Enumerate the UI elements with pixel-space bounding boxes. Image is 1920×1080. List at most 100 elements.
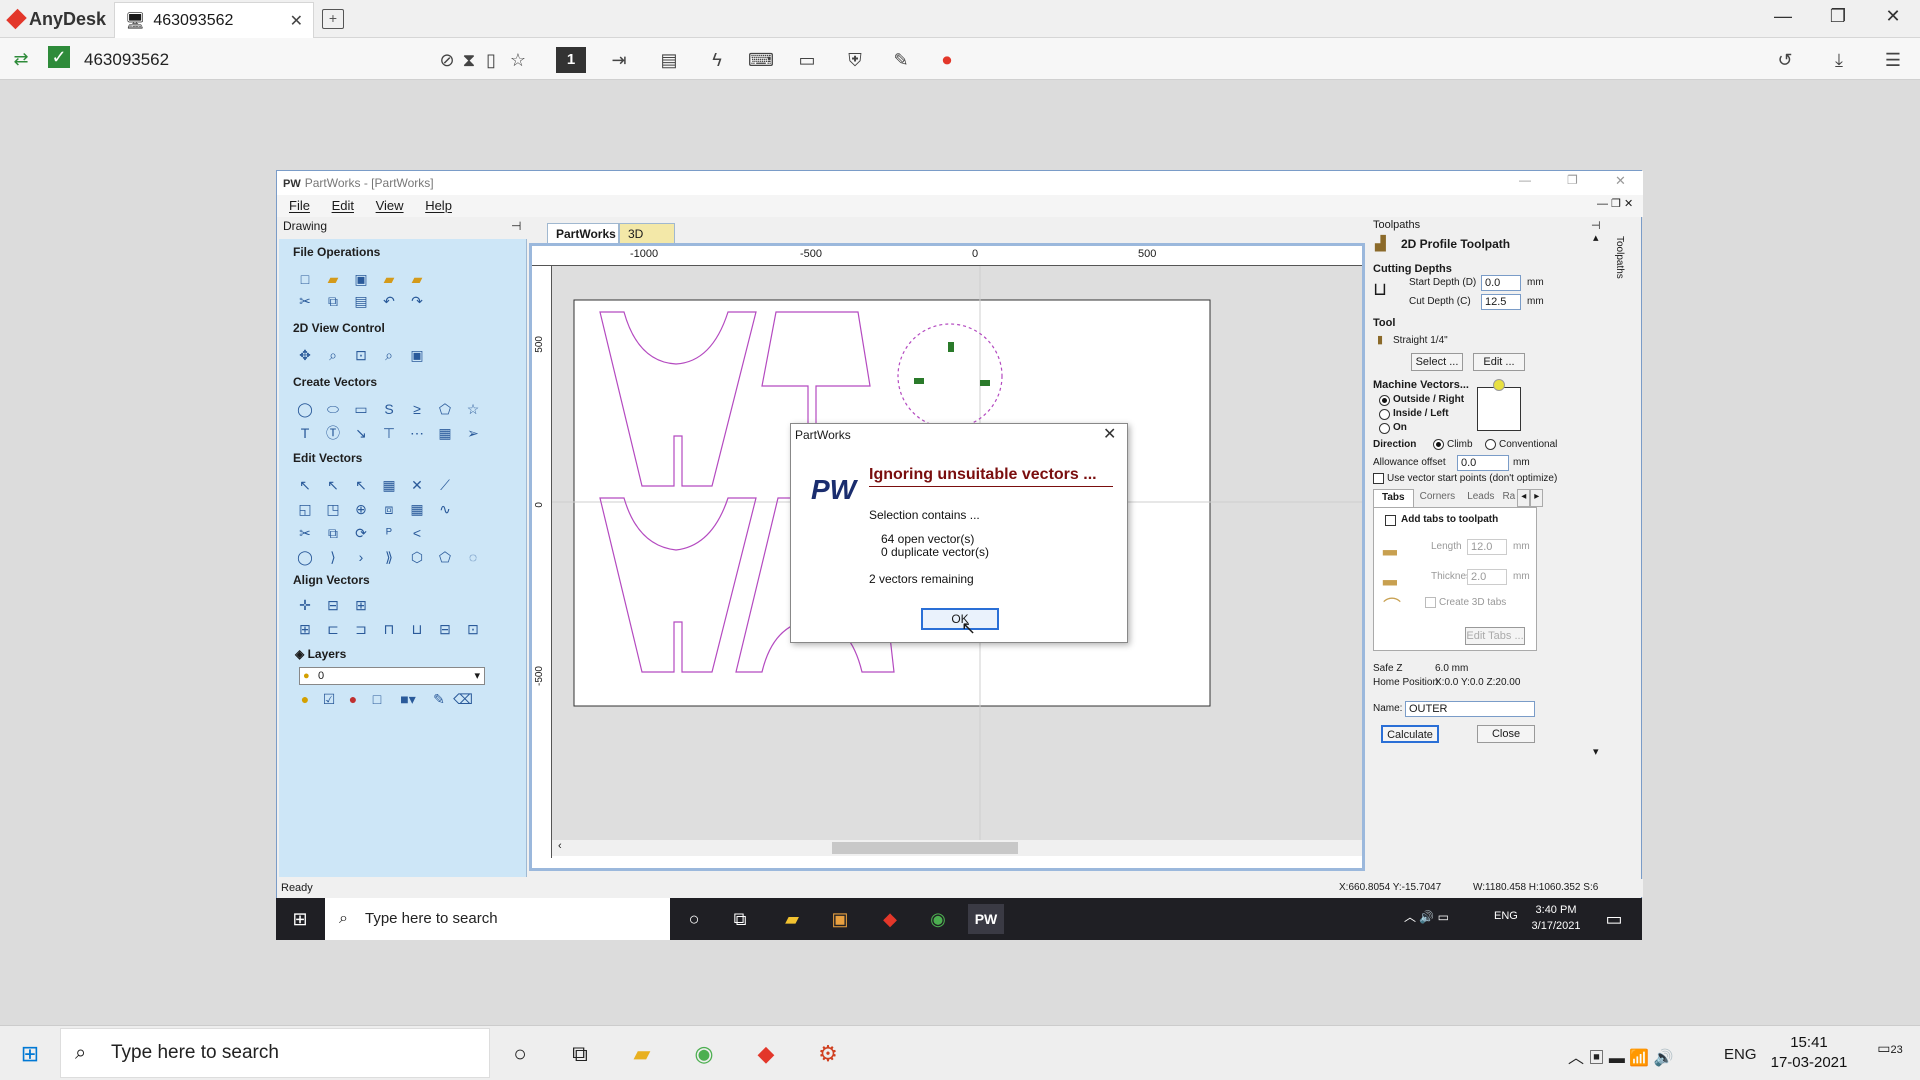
remote-explorer-icon[interactable]: ▰	[774, 904, 810, 934]
settings-app-icon[interactable]: ⚙	[806, 1035, 850, 1073]
offset-icon[interactable]: ◯	[295, 547, 315, 567]
toolpath-name-input[interactable]: OUTER	[1405, 701, 1535, 717]
create-3d-tabs-checkbox[interactable]	[1425, 597, 1436, 608]
toolpaths-vertical-tab[interactable]: Toolpaths	[1611, 217, 1627, 297]
text-icon[interactable]: T	[295, 423, 315, 443]
whiteboard-pen-icon[interactable]: ✎	[888, 47, 914, 73]
layer-color-icon[interactable]: ■▾	[391, 689, 425, 709]
remote-clock[interactable]: 3:40 PM 3/17/2021	[1526, 902, 1586, 934]
history-icon[interactable]: ↺	[1772, 47, 1798, 73]
ellipse-icon[interactable]: ⬭	[323, 399, 343, 419]
group-icon[interactable]: ▦	[379, 475, 399, 495]
remote-chrome-icon[interactable]: ◉	[920, 904, 956, 934]
tray-icons[interactable]: ︿ ▣ ▬ 📶 🔊	[1568, 1044, 1674, 1068]
tab-3d-view[interactable]: 3D View	[619, 223, 675, 261]
add-tabs-checkbox[interactable]	[1385, 515, 1396, 526]
shape-icon[interactable]: ⬠	[435, 547, 455, 567]
align-right-icon[interactable]: ⊐	[351, 619, 371, 639]
distribute-h-icon[interactable]: ⊟	[435, 619, 455, 639]
bracket-icon[interactable]: ⟫	[379, 547, 399, 567]
layer-edit-icon[interactable]: ✎	[429, 689, 449, 709]
zoom-selection-icon[interactable]: ⌕	[379, 345, 399, 365]
calculate-button[interactable]: Calculate	[1381, 725, 1439, 743]
use-start-points-checkbox[interactable]	[1373, 473, 1384, 484]
text-frame-icon[interactable]: Ⓣ	[323, 423, 343, 443]
copy-icon[interactable]: ⧉	[323, 291, 343, 311]
ungroup-icon[interactable]: ✕	[407, 475, 427, 495]
display-icon[interactable]: ▭	[794, 47, 820, 73]
remote-anydesk-icon[interactable]: ◆	[872, 904, 908, 934]
record-icon[interactable]: ⏺	[934, 47, 960, 73]
array-icon[interactable]: ▦	[435, 423, 455, 443]
allowance-input[interactable]: 0.0	[1457, 455, 1509, 471]
menu-edit[interactable]: Edit	[332, 198, 354, 213]
subtab-tabs[interactable]: Tabs	[1373, 489, 1414, 507]
monitor-1-button[interactable]: 1	[556, 47, 586, 73]
align-bottom-icon[interactable]: ⊔	[407, 619, 427, 639]
edit-tabs-button[interactable]: Edit Tabs ...	[1465, 627, 1525, 645]
start-depth-input[interactable]: 0.0	[1481, 275, 1521, 291]
panel-scroll-up-icon[interactable]: ▴	[1593, 231, 1599, 244]
edit-tool-button[interactable]: Edit ...	[1473, 353, 1525, 371]
paste-icon[interactable]: ▤	[351, 291, 371, 311]
permissions-shield-icon[interactable]: ⛨	[842, 47, 868, 73]
text-on-curve-icon[interactable]: ↘	[351, 423, 371, 443]
horizontal-scrollbar[interactable]: ‹	[552, 840, 1362, 856]
undo-icon[interactable]: ↶	[379, 291, 399, 311]
align-center-icon[interactable]: ✛	[295, 595, 315, 615]
hexagon-icon[interactable]: ⬡	[407, 547, 427, 567]
weld-icon[interactable]: ⧉	[323, 523, 343, 543]
layer-lock-icon[interactable]: ●	[343, 689, 363, 709]
subtab-leads[interactable]: Leads	[1461, 489, 1500, 507]
zoom-fit-icon[interactable]: ▣	[407, 345, 427, 365]
maximize-button[interactable]: ❐	[1823, 6, 1853, 32]
text-arc-icon[interactable]: ⊤	[379, 423, 399, 443]
remote-language[interactable]: ENG	[1494, 910, 1518, 922]
select-tool-button[interactable]: Select ...	[1411, 353, 1463, 371]
align-v-center-icon[interactable]: ⊞	[351, 595, 371, 615]
angle-icon[interactable]: <	[407, 523, 427, 543]
curve-icon[interactable]: S	[379, 399, 399, 419]
cut-depth-input[interactable]: 12.5	[1481, 294, 1521, 310]
chrome-icon[interactable]: ◉	[682, 1035, 726, 1073]
dialog-close-icon[interactable]: ✕	[1103, 424, 1116, 444]
subtab-next-icon[interactable]: ▸	[1530, 489, 1544, 507]
rectangle-icon[interactable]: ▭	[351, 399, 371, 419]
panel-scroll-down-icon[interactable]: ▾	[1593, 745, 1599, 758]
pin-icon[interactable]: ⊣	[511, 219, 521, 233]
measure-icon[interactable]: ⟋	[435, 475, 455, 495]
climb-radio[interactable]	[1433, 439, 1444, 450]
size-icon[interactable]: ◳	[323, 499, 343, 519]
layer-check-icon[interactable]: ☑	[319, 689, 339, 709]
remote-cortana-icon[interactable]: ○	[676, 904, 712, 934]
subtab-corners[interactable]: Corners	[1414, 489, 1462, 507]
close-button[interactable]: ✕	[1878, 6, 1908, 32]
ok-button[interactable]: OK	[921, 608, 999, 630]
zoom-extents-icon[interactable]: ⊡	[351, 345, 371, 365]
trim-icon[interactable]: ✂	[295, 523, 315, 543]
node-edit-icon[interactable]: ↖	[323, 475, 343, 495]
tab-partworks[interactable]: PartWorks	[547, 223, 619, 243]
pan-icon[interactable]: ✥	[295, 345, 315, 365]
cut-icon[interactable]: ✂	[295, 291, 315, 311]
pw-minimize-button[interactable]: —	[1519, 173, 1531, 187]
scroll-left-icon[interactable]: ‹	[558, 840, 562, 852]
tab-close-icon[interactable]: ✕	[290, 11, 303, 31]
keyboard-icon[interactable]: ⌨	[748, 47, 774, 73]
menu-help[interactable]: Help	[425, 198, 452, 213]
redo-icon[interactable]: ↷	[407, 291, 427, 311]
outside-right-radio[interactable]	[1379, 395, 1390, 406]
move-center-icon[interactable]: ⊕	[351, 499, 371, 519]
language-indicator[interactable]: ENG	[1724, 1046, 1757, 1063]
transform-icon[interactable]: ↖	[351, 475, 371, 495]
install-download-icon[interactable]: ⤓	[1826, 47, 1852, 73]
circle-icon[interactable]: ◯	[295, 399, 315, 419]
join-icon[interactable]: ∿	[435, 499, 455, 519]
length-input[interactable]: 12.0	[1467, 539, 1507, 555]
file-transfer-icon[interactable]: ⇥	[606, 47, 632, 73]
polyline-icon[interactable]: ≥	[407, 399, 427, 419]
send-icon[interactable]: ➢	[463, 423, 483, 443]
select-arrow-icon[interactable]: ↖	[295, 475, 315, 495]
remote-notification-icon[interactable]: ▭	[1596, 904, 1632, 934]
inside-left-radio[interactable]	[1379, 409, 1390, 420]
